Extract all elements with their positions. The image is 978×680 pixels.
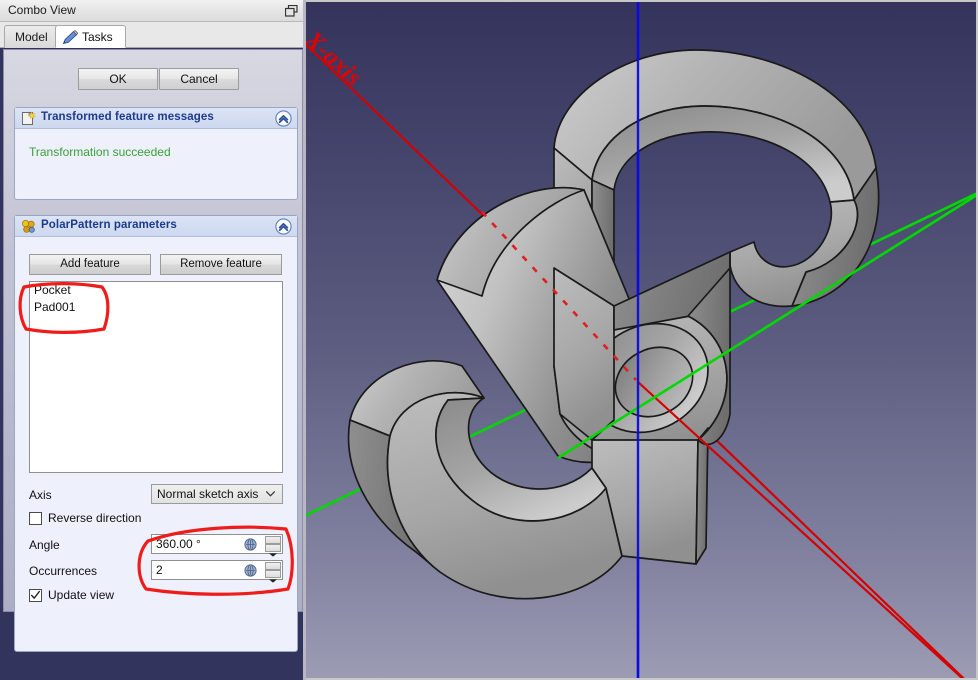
angle-label: Angle <box>29 538 60 552</box>
messages-group-header[interactable]: Transformed feature messages <box>15 108 297 129</box>
chevron-down-icon <box>266 491 275 497</box>
tab-model-label: Model <box>15 30 48 44</box>
window-frame-top <box>306 0 978 2</box>
spinner-up-icon[interactable] <box>265 562 281 570</box>
cancel-button[interactable]: Cancel <box>159 68 239 90</box>
occurrences-value: 2 <box>156 563 163 577</box>
remove-feature-button[interactable]: Remove feature <box>160 254 282 275</box>
expression-editor-icon[interactable] <box>244 564 257 577</box>
tasks-panel-body: OK Cancel Transformed feature messages <box>3 49 303 612</box>
ok-button[interactable]: OK <box>78 68 158 90</box>
3d-viewport[interactable]: X-axis <box>306 0 978 680</box>
list-item[interactable]: Pad001 <box>30 299 282 316</box>
panel-splitter[interactable] <box>303 0 306 680</box>
angle-value: 360.00 ° <box>156 537 201 551</box>
list-item[interactable]: Pocket <box>30 282 282 299</box>
add-feature-button[interactable]: Add feature <box>29 254 151 275</box>
upper-hook-right-lobe <box>730 200 858 306</box>
update-view-checkbox[interactable] <box>29 589 42 602</box>
messages-group-title: Transformed feature messages <box>41 111 214 123</box>
occurrences-spinbox[interactable]: 2 <box>151 560 283 580</box>
cad-solid-model[interactable] <box>349 50 879 599</box>
axis-label: Axis <box>29 488 52 502</box>
reverse-direction-checkbox[interactable] <box>29 512 42 525</box>
feature-list[interactable]: Pocket Pad001 <box>29 281 283 473</box>
tab-model[interactable]: Model <box>4 25 59 48</box>
spinner-down-icon[interactable] <box>265 544 281 552</box>
reverse-direction-label: Reverse direction <box>48 511 141 525</box>
transformation-status-text: Transformation succeeded <box>29 145 171 159</box>
angle-spinbox[interactable]: 360.00 ° <box>151 534 283 554</box>
transformed-feature-messages-group: Transformed feature messages Transformat… <box>14 107 298 200</box>
combo-view-panel: Combo View Model Tasks OK <box>0 0 306 680</box>
combo-view-tabs: Model Tasks <box>0 22 306 48</box>
axis-select-value: Normal sketch axis <box>157 487 258 501</box>
dialog-button-row: OK Cancel <box>4 68 302 92</box>
polarpattern-parameters-group: PolarPattern parameters Add feature Remo… <box>14 215 298 652</box>
chevron-up-icon[interactable] <box>275 110 292 127</box>
panel-title: Combo View <box>8 3 76 17</box>
3d-scene[interactable] <box>306 0 978 680</box>
document-new-icon <box>21 111 36 126</box>
tab-tasks[interactable]: Tasks <box>55 25 126 48</box>
axis-select[interactable]: Normal sketch axis <box>151 484 283 504</box>
angle-spinner[interactable] <box>265 536 281 552</box>
lower-hook-column-right <box>696 428 708 564</box>
update-view-label: Update view <box>48 588 114 602</box>
panel-title-bar: Combo View <box>0 0 306 22</box>
pencil-icon <box>62 30 79 45</box>
spinner-down-icon[interactable] <box>265 570 281 578</box>
parameters-group-header[interactable]: PolarPattern parameters <box>15 216 297 237</box>
restore-window-icon[interactable] <box>285 5 298 17</box>
polar-pattern-icon <box>21 219 36 234</box>
tab-tasks-label: Tasks <box>82 30 113 44</box>
spinner-up-icon[interactable] <box>265 536 281 544</box>
freecad-window: X-axis Combo View Model Tasks <box>0 0 978 680</box>
occurrences-label: Occurrences <box>29 564 97 578</box>
expression-editor-icon[interactable] <box>244 538 257 551</box>
chevron-up-icon[interactable] <box>275 218 292 235</box>
parameters-group-title: PolarPattern parameters <box>41 219 177 231</box>
occurrences-spinner[interactable] <box>265 562 281 578</box>
